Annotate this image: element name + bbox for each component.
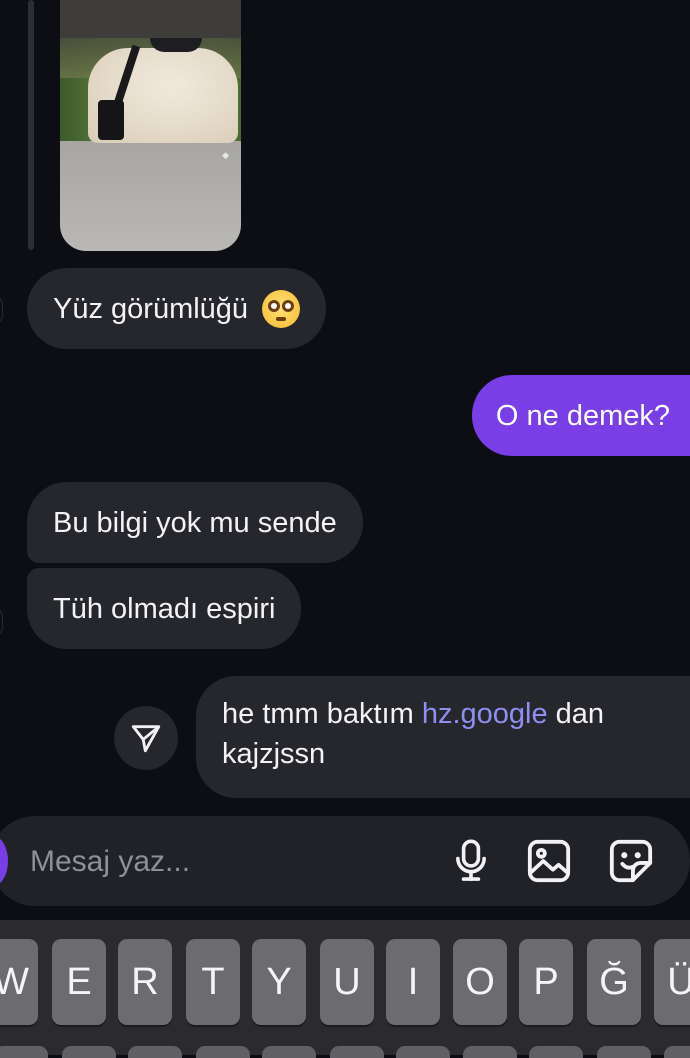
message-text: Tüh olmadı espiri — [53, 592, 276, 625]
message-input[interactable] — [28, 838, 412, 886]
message-received-1[interactable]: Yüz görümlüğü — [27, 268, 327, 349]
message-text: O ne demek? — [495, 399, 670, 432]
key-u[interactable]: U — [320, 939, 374, 1025]
photo-hair — [150, 38, 202, 52]
chat-thread: ◆ Yüz görümlüğü O ne demek? Bu bilgi yok… — [0, 0, 690, 920]
message-text-before-link: he tmm baktım — [222, 698, 422, 730]
message-received-3[interactable]: Tüh olmadı espiri — [27, 568, 302, 649]
key-o[interactable]: O — [453, 939, 507, 1025]
key-next-row[interactable] — [463, 1046, 517, 1058]
sender-avatar-edge — [0, 608, 3, 636]
key-next-row[interactable] — [128, 1046, 182, 1058]
key-next-row[interactable] — [262, 1046, 316, 1058]
key-next-row[interactable] — [196, 1046, 250, 1058]
reply-indicator-line — [28, 0, 34, 250]
shared-photo-message[interactable]: ◆ — [60, 0, 241, 251]
microphone-button[interactable] — [444, 834, 498, 888]
key-next-row[interactable] — [597, 1046, 651, 1058]
message-received-2[interactable]: Bu bilgi yok mu sende — [27, 482, 363, 563]
microphone-icon — [456, 839, 486, 881]
sticker-button[interactable] — [604, 834, 658, 888]
key-next-row[interactable] — [0, 1046, 48, 1058]
key-p[interactable]: P — [519, 939, 573, 1025]
message-link[interactable]: hz.google — [422, 698, 548, 730]
key-y[interactable]: Y — [252, 939, 306, 1025]
send-icon — [131, 725, 161, 753]
key-next-row[interactable] — [529, 1046, 583, 1058]
key-ü[interactable]: Ü — [654, 939, 690, 1025]
photo-bag — [98, 100, 124, 140]
key-ğ[interactable]: Ğ — [587, 939, 641, 1025]
gallery-icon — [527, 839, 571, 883]
key-i[interactable]: I — [386, 939, 440, 1025]
key-next-row[interactable] — [62, 1046, 116, 1058]
message-sent-1[interactable]: O ne demek? — [471, 375, 690, 456]
gallery-button[interactable] — [522, 834, 576, 888]
message-sent-2[interactable]: he tmm baktım hz.google dan kajzjssn — [196, 676, 690, 798]
sticker-icon — [609, 839, 653, 883]
key-r[interactable]: R — [118, 939, 172, 1025]
message-text: Yüz görümlüğü — [53, 292, 249, 325]
key-next-row[interactable] — [664, 1046, 690, 1058]
flushed-face-emoji-icon — [262, 289, 301, 328]
photo-scene — [60, 38, 241, 143]
sender-avatar-edge — [0, 296, 3, 324]
key-next-row[interactable] — [396, 1046, 450, 1058]
key-t[interactable]: T — [186, 939, 240, 1025]
key-e[interactable]: E — [52, 939, 106, 1025]
photo-top-band — [60, 0, 241, 38]
key-w[interactable]: W — [0, 939, 38, 1025]
photo-indicator-icon: ◆ — [222, 150, 229, 160]
message-text: Bu bilgi yok mu sende — [53, 506, 337, 539]
key-next-row[interactable] — [330, 1046, 384, 1058]
share-button[interactable] — [114, 706, 178, 770]
